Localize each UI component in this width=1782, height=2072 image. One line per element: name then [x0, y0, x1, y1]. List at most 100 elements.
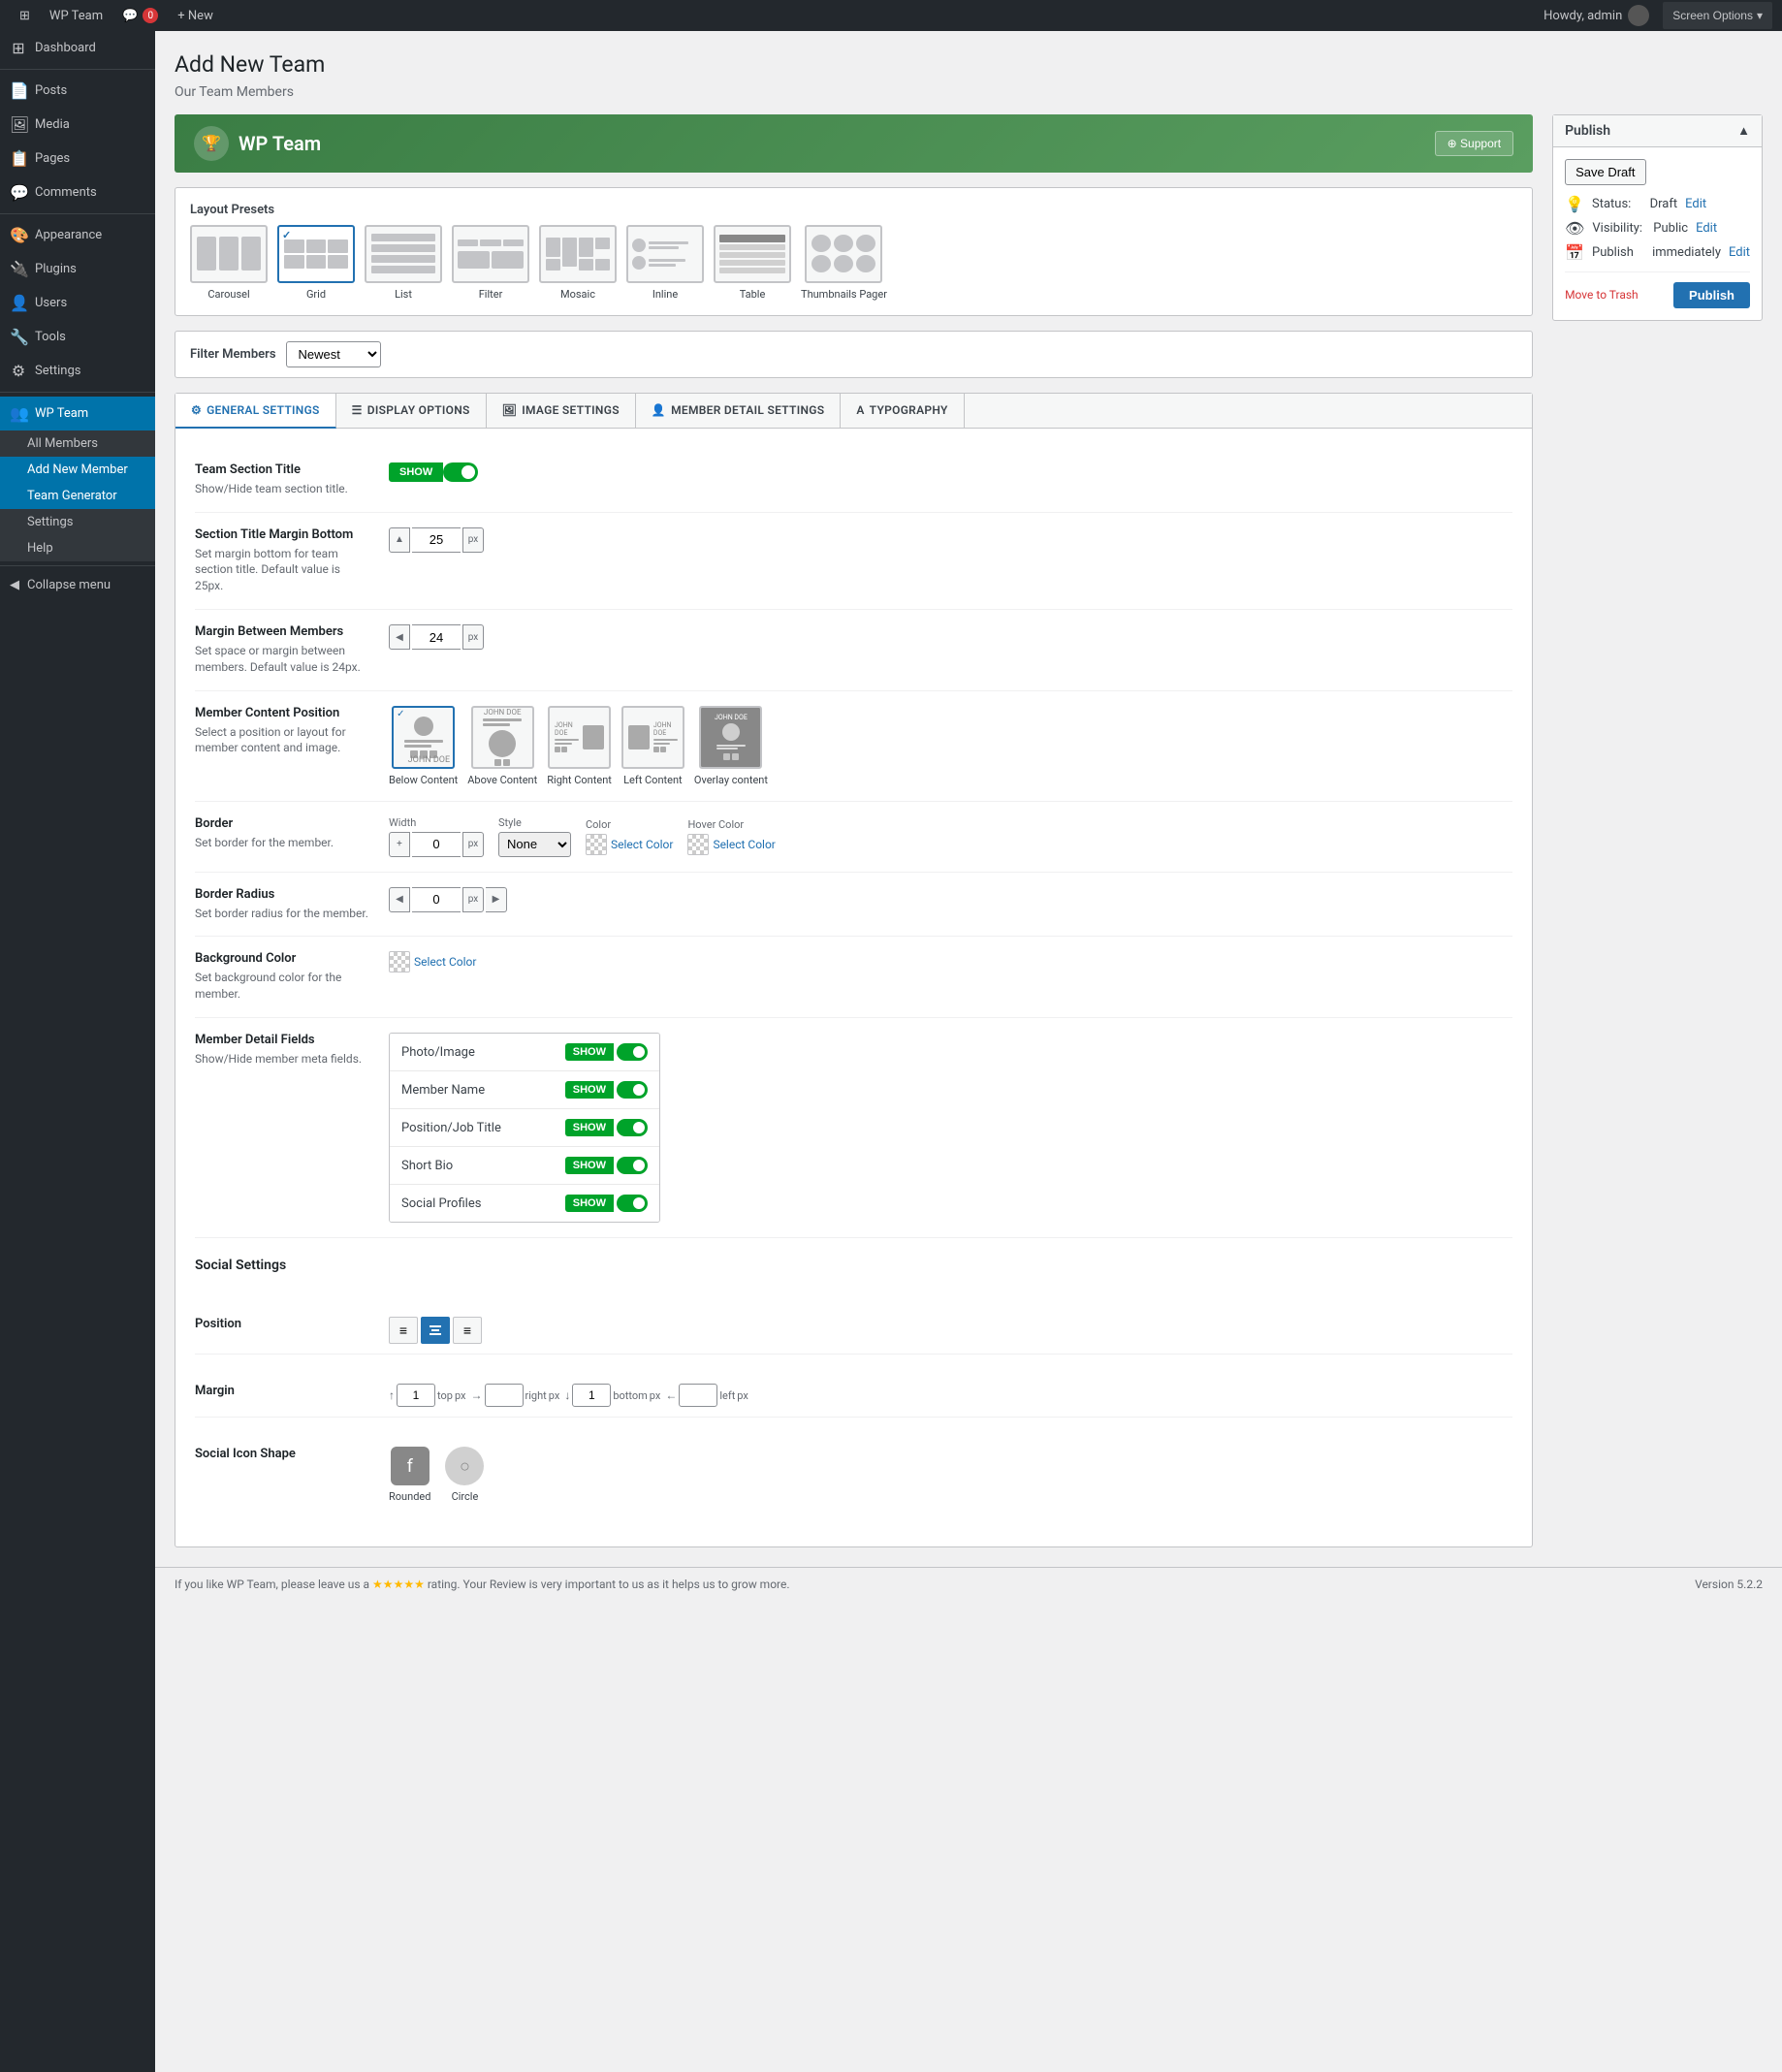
toggle-show-btn[interactable]: SHOW	[389, 462, 443, 482]
sidebar-item-pages[interactable]: 📋 Pages	[0, 142, 155, 175]
postbox-collapse-icon[interactable]: ▲	[1737, 123, 1750, 139]
margin-bottom-input[interactable]	[572, 1384, 611, 1407]
status-icon: 💡	[1565, 195, 1584, 213]
field-photo-show-btn[interactable]: SHOW	[565, 1043, 614, 1061]
border-hover-color-text[interactable]: Select Color	[713, 838, 775, 851]
preset-table[interactable]: Table	[714, 225, 791, 301]
status-edit-link[interactable]: Edit	[1685, 197, 1706, 211]
sidebar-item-posts[interactable]: 📄 Posts	[0, 74, 155, 108]
margin-right-input[interactable]	[485, 1384, 524, 1407]
sidebar-item-wp-team[interactable]: 👥 WP Team	[0, 397, 155, 430]
margin-between-input[interactable]	[412, 624, 461, 650]
preset-inline[interactable]: Inline	[626, 225, 704, 301]
margin-left-input[interactable]	[679, 1384, 717, 1407]
field-name-indicator[interactable]	[617, 1081, 648, 1099]
border-width-input[interactable]	[412, 832, 461, 857]
preset-list[interactable]: List	[365, 225, 442, 301]
sidebar-item-tools[interactable]: 🔧 Tools	[0, 320, 155, 354]
position-above[interactable]: JOHN DOE	[467, 706, 537, 786]
bg-color-picker[interactable]: Select Color	[389, 951, 476, 972]
align-right-btn[interactable]: ≡	[453, 1317, 482, 1344]
margin-between-decrease-btn[interactable]: ◀	[389, 624, 410, 650]
sidebar-item-settings[interactable]: ⚙ Settings	[0, 354, 155, 388]
field-bio-indicator[interactable]	[617, 1157, 648, 1174]
publish-button[interactable]: Publish	[1673, 282, 1750, 308]
setting-team-section-title: Team Section Title Show/Hide team sectio…	[195, 448, 1512, 513]
preset-mosaic[interactable]: Mosaic	[539, 225, 617, 301]
icon-shape-rounded[interactable]: f Rounded	[389, 1447, 430, 1503]
sidebar-item-comments[interactable]: 💬 Comments	[0, 175, 155, 209]
border-color-picker[interactable]: Select Color	[586, 834, 673, 855]
field-social-indicator[interactable]	[617, 1195, 648, 1212]
preset-thumbnails-pager[interactable]: Thumbnails Pager	[801, 225, 887, 301]
submenu-add-new-member[interactable]: Add New Member	[0, 457, 155, 483]
sidebar-item-label: Comments	[35, 185, 97, 200]
tab-general-settings[interactable]: ⚙ GENERAL SETTINGS	[175, 394, 336, 429]
preset-carousel[interactable]: Carousel	[190, 225, 268, 301]
position-overlay[interactable]: JOHN DOE	[694, 706, 768, 786]
position-left[interactable]: JOHN DOE	[621, 706, 684, 786]
icon-shape-circle[interactable]: ○ Circle	[445, 1447, 484, 1503]
submenu-all-members[interactable]: All Members	[0, 430, 155, 457]
move-to-trash-link[interactable]: Move to Trash	[1565, 288, 1639, 302]
border-width-decrease-btn[interactable]: +	[389, 832, 410, 857]
field-name-show-btn[interactable]: SHOW	[565, 1081, 614, 1099]
filter-members-select[interactable]: Newest Oldest Name A-Z Name Z-A	[286, 341, 381, 367]
collapse-menu-btn[interactable]: ◀ Collapse menu	[0, 570, 155, 600]
tab-member-detail-settings[interactable]: 👤 MEMBER DETAIL SETTINGS	[636, 394, 842, 428]
bg-color-text[interactable]: Select Color	[414, 955, 476, 969]
preset-filter[interactable]: Filter	[452, 225, 529, 301]
comments-icon-bar[interactable]: 💬 0	[112, 0, 168, 31]
field-photo-indicator[interactable]	[617, 1043, 648, 1061]
position-right[interactable]: JOHN DOE	[547, 706, 612, 786]
border-hover-color-picker[interactable]: Select Color	[687, 834, 775, 855]
field-position-show-btn[interactable]: SHOW	[565, 1119, 614, 1136]
sidebar-item-appearance[interactable]: 🎨 Appearance	[0, 218, 155, 252]
border-color-text[interactable]: Select Color	[611, 838, 673, 851]
border-radius-input[interactable]	[412, 887, 461, 912]
publish-box-content: Save Draft 💡 Status: Draft Edit	[1553, 147, 1762, 320]
screen-options-button[interactable]: Screen Options ▾	[1663, 2, 1772, 29]
social-settings-title: Social Settings	[195, 1258, 286, 1273]
field-position-indicator[interactable]	[617, 1119, 648, 1136]
tab-image-settings[interactable]: 🖼 IMAGE SETTINGS	[487, 394, 636, 428]
save-draft-button[interactable]: Save Draft	[1565, 159, 1645, 185]
sidebar-item-dashboard[interactable]: ⊞ Dashboard	[0, 31, 155, 65]
toggle-indicator[interactable]	[443, 462, 478, 482]
tools-icon: 🔧	[10, 328, 27, 346]
publish-immediately-text: immediately	[1652, 245, 1721, 260]
tab-display-options[interactable]: ☰ DISPLAY OPTIONS	[336, 394, 487, 428]
border-radius-decrease-btn[interactable]: ◀	[389, 887, 410, 912]
tab-typography[interactable]: A TYPOGRAPHY	[841, 394, 964, 428]
submenu-settings[interactable]: Settings	[0, 509, 155, 535]
site-name[interactable]: WP Team	[40, 0, 112, 31]
new-content[interactable]: + New	[168, 0, 223, 31]
submenu-help[interactable]: Help	[0, 535, 155, 561]
preset-thumbnails-pager-label: Thumbnails Pager	[801, 288, 887, 301]
margin-decrease-btn[interactable]: ▲	[389, 527, 410, 553]
visibility-edit-link[interactable]: Edit	[1696, 221, 1717, 236]
align-left-btn[interactable]: ≡	[389, 1317, 418, 1344]
preset-grid[interactable]: Grid	[277, 225, 355, 301]
border-style-select[interactable]: None Solid Dashed Dotted	[498, 832, 571, 857]
plugins-icon: 🔌	[10, 260, 27, 278]
sidebar: ⊞ Dashboard 📄 Posts 🖼 Media 📋 Pages 💬 Co…	[0, 31, 155, 2072]
margin-input[interactable]	[412, 527, 461, 553]
border-radius-increase-btn[interactable]: ▶	[486, 887, 507, 912]
field-bio-show-btn[interactable]: SHOW	[565, 1157, 614, 1174]
sidebar-item-media[interactable]: 🖼 Media	[0, 108, 155, 142]
wp-team-icon: 👥	[10, 404, 27, 423]
margin-top-input[interactable]	[397, 1384, 435, 1407]
publish-time-edit-link[interactable]: Edit	[1729, 245, 1750, 260]
setting-control-bg-color: Select Color	[389, 951, 1512, 972]
sidebar-item-plugins[interactable]: 🔌 Plugins	[0, 252, 155, 286]
position-below[interactable]: JOHN DOE Below Content	[389, 706, 458, 786]
grid-thumb-visual	[279, 235, 353, 273]
publish-time-label: Publish	[1592, 245, 1634, 260]
field-social-show-btn[interactable]: SHOW	[565, 1195, 614, 1212]
submenu-team-generator[interactable]: Team Generator	[0, 483, 155, 509]
support-button[interactable]: ⊕ Support	[1435, 131, 1513, 156]
align-center-btn[interactable]	[421, 1317, 450, 1344]
wp-logo[interactable]: ⊞	[10, 0, 40, 31]
sidebar-item-users[interactable]: 👤 Users	[0, 286, 155, 320]
